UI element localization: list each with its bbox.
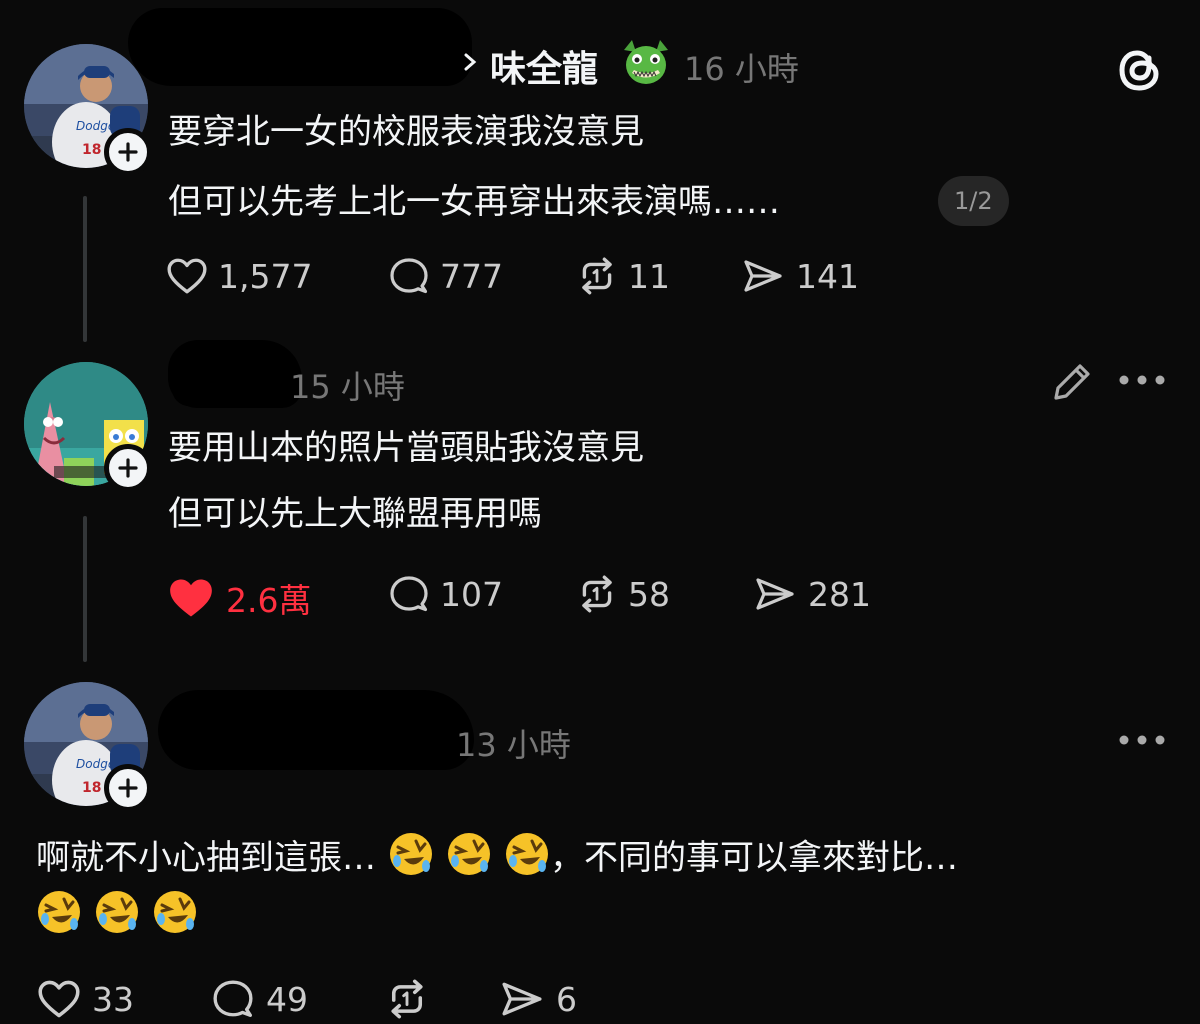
share-icon <box>502 982 542 1016</box>
post-text-part-1: 啊就不小心抽到這張… <box>36 838 376 878</box>
reply-count: 49 <box>266 979 308 1019</box>
page-indicator[interactable]: 1/2 <box>938 176 1009 226</box>
post-text-part-2: ，不同的事可以拿來對比… <box>550 838 958 878</box>
username[interactable]: 味全龍 <box>490 40 598 92</box>
post-text-line-2 <box>36 884 210 948</box>
like-button[interactable]: 1,577 <box>166 256 312 296</box>
share-button[interactable]: 141 <box>740 256 859 296</box>
repost-count: 11 <box>628 256 670 296</box>
comment-icon <box>390 576 428 612</box>
post-time: 16 小時 <box>684 50 799 88</box>
edit-icon[interactable] <box>1050 360 1094 404</box>
thread-line <box>83 516 87 662</box>
share-count: 141 <box>796 256 859 296</box>
dragon-emoji-icon <box>624 40 668 84</box>
repost-icon <box>582 575 612 613</box>
post-time: 13 小時 <box>456 726 571 764</box>
rofl-emoji-icon <box>446 831 492 877</box>
heart-icon <box>167 258 207 294</box>
threads-logo-icon[interactable] <box>1116 44 1164 96</box>
plus-icon <box>118 778 138 798</box>
reply-button[interactable]: 49 <box>210 978 308 1020</box>
follow-plus-button[interactable] <box>104 128 152 176</box>
share-button[interactable]: 6 <box>498 978 577 1020</box>
redacted-username <box>172 372 298 406</box>
reply-button[interactable]: 107 <box>388 574 503 614</box>
repost-icon <box>582 257 612 295</box>
more-icon[interactable] <box>1118 374 1166 386</box>
chevron-right-icon <box>464 53 477 71</box>
post-text-line-1: 要用山本的照片當頭貼我沒意見 <box>168 428 644 468</box>
thread-line <box>83 196 87 342</box>
post-time: 15 小時 <box>290 368 405 406</box>
post-text-line-1: 要穿北一女的校服表演我沒意見 <box>168 112 644 152</box>
post-text-line-2: 但可以先上大聯盟再用嗎 <box>168 494 542 534</box>
reply-count: 107 <box>440 574 503 614</box>
repost-button[interactable]: 58 <box>576 574 670 614</box>
plus-icon <box>118 142 138 162</box>
share-button[interactable]: 281 <box>752 574 871 614</box>
rofl-emoji-icon <box>504 831 550 877</box>
share-count: 281 <box>808 574 871 614</box>
reply-button[interactable]: 777 <box>388 256 503 296</box>
post-text-line-2: 但可以先考上北一女再穿出來表演嗎…… <box>168 182 780 222</box>
follow-plus-button[interactable] <box>104 764 152 812</box>
reply-count: 777 <box>440 256 503 296</box>
heart-icon <box>170 579 212 617</box>
repost-icon <box>391 979 423 1019</box>
like-count: 33 <box>92 979 134 1019</box>
like-button[interactable]: 2.6萬 <box>166 574 311 622</box>
plus-icon <box>118 458 138 478</box>
rofl-emoji-icon <box>152 889 198 935</box>
share-icon <box>744 260 782 292</box>
like-button[interactable]: 33 <box>36 978 134 1020</box>
comment-icon <box>390 258 428 294</box>
comment-icon <box>213 980 253 1017</box>
like-count: 2.6萬 <box>226 581 312 620</box>
repost-button[interactable] <box>384 978 430 1020</box>
repost-button[interactable]: 11 <box>576 256 670 296</box>
like-count: 1,577 <box>218 256 313 296</box>
follow-plus-button[interactable] <box>104 444 152 492</box>
post-text-line-1: 啊就不小心抽到這張… ，不同的事可以拿來對比… <box>36 826 958 890</box>
redacted-username <box>128 8 472 86</box>
more-icon[interactable] <box>1118 734 1166 746</box>
redacted-username <box>158 690 474 770</box>
rofl-emoji-icon <box>94 889 140 935</box>
share-count: 6 <box>556 979 577 1019</box>
rofl-emoji-icon <box>388 831 434 877</box>
heart-icon <box>38 980 80 1018</box>
share-icon <box>756 578 794 610</box>
rofl-emoji-icon <box>36 889 82 935</box>
repost-count: 58 <box>628 574 670 614</box>
